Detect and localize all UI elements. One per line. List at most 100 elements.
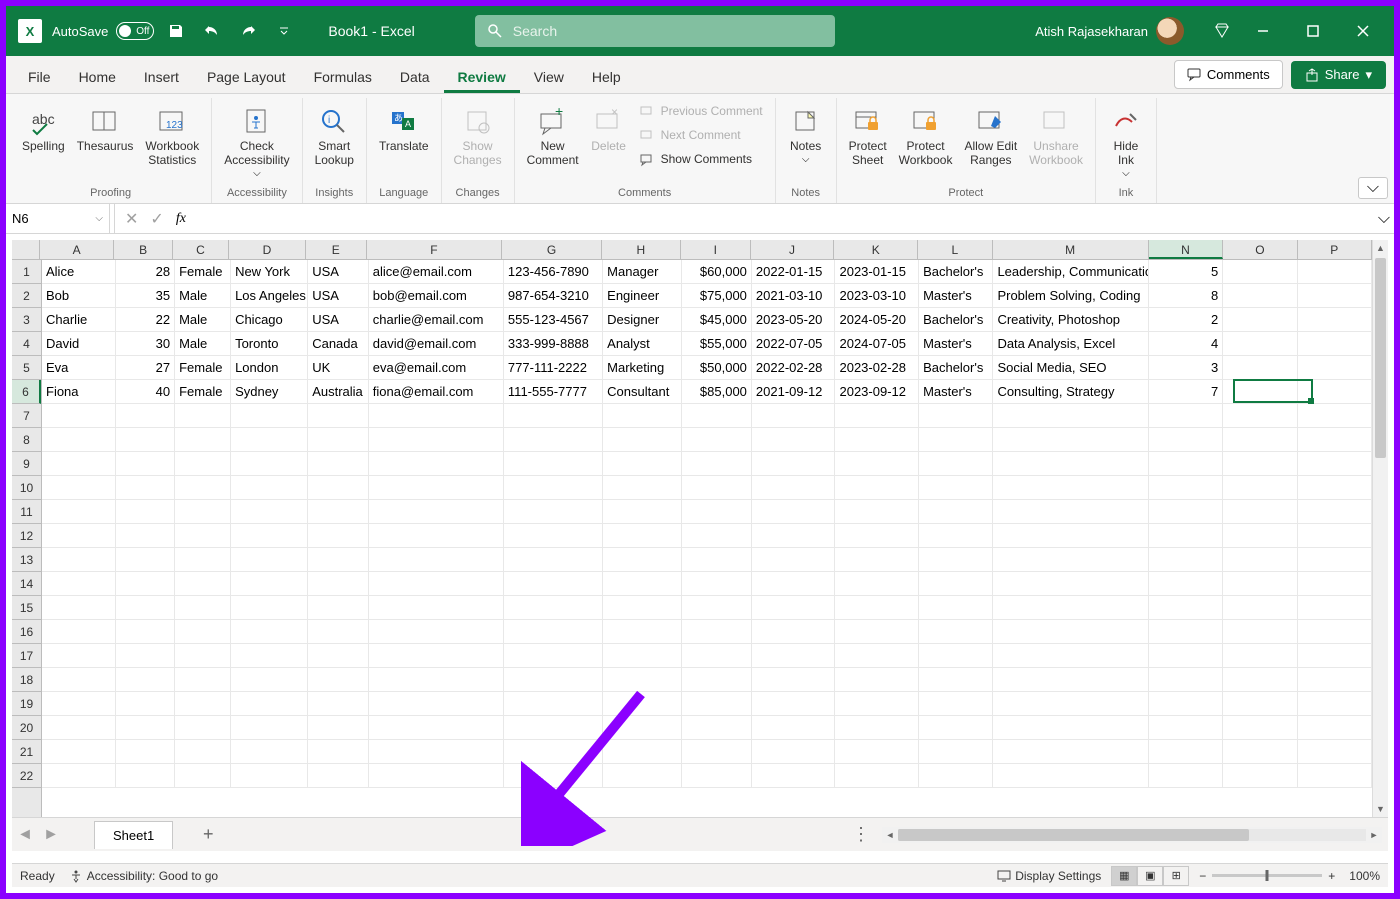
- cell[interactable]: [682, 452, 752, 475]
- cell[interactable]: [308, 692, 369, 715]
- tab-page-layout[interactable]: Page Layout: [193, 61, 300, 93]
- cell[interactable]: 3: [1149, 356, 1223, 379]
- cell[interactable]: [369, 764, 504, 787]
- cell[interactable]: [919, 668, 993, 691]
- cell[interactable]: alice@email.com: [369, 260, 504, 283]
- cell[interactable]: [369, 596, 504, 619]
- cell[interactable]: [1149, 524, 1223, 547]
- cell[interactable]: London: [231, 356, 308, 379]
- cell[interactable]: [919, 764, 993, 787]
- cell[interactable]: [369, 500, 504, 523]
- toggle-switch[interactable]: Off: [116, 22, 154, 40]
- cell[interactable]: [1298, 260, 1372, 283]
- cell[interactable]: [116, 644, 175, 667]
- cell[interactable]: [919, 476, 993, 499]
- view-page-break-button[interactable]: ⊞: [1163, 866, 1189, 886]
- cell[interactable]: 2: [1149, 308, 1223, 331]
- cell[interactable]: [504, 572, 603, 595]
- cell[interactable]: Fiona: [42, 380, 116, 403]
- column-header-M[interactable]: M: [993, 240, 1149, 259]
- cell[interactable]: [682, 476, 752, 499]
- cell[interactable]: 5: [1149, 260, 1223, 283]
- cell[interactable]: [835, 596, 919, 619]
- cell[interactable]: [42, 428, 116, 451]
- cell[interactable]: [116, 524, 175, 547]
- redo-button[interactable]: [234, 17, 262, 45]
- column-header-N[interactable]: N: [1149, 240, 1223, 259]
- cell[interactable]: Master's: [919, 380, 993, 403]
- cell[interactable]: [752, 692, 836, 715]
- cell[interactable]: [308, 428, 369, 451]
- cell[interactable]: [231, 596, 308, 619]
- cell[interactable]: [993, 500, 1148, 523]
- cell[interactable]: [1298, 356, 1372, 379]
- cell[interactable]: 4: [1149, 332, 1223, 355]
- cell[interactable]: [308, 572, 369, 595]
- cell[interactable]: [1298, 428, 1372, 451]
- diamond-icon[interactable]: [1208, 17, 1236, 45]
- cell[interactable]: [231, 764, 308, 787]
- cell[interactable]: [1149, 548, 1223, 571]
- fx-icon[interactable]: fx: [170, 211, 192, 227]
- tab-review[interactable]: Review: [444, 61, 520, 93]
- cell[interactable]: 8: [1149, 284, 1223, 307]
- cell[interactable]: [1298, 284, 1372, 307]
- cell[interactable]: [369, 740, 504, 763]
- cell[interactable]: [175, 620, 231, 643]
- cell[interactable]: [835, 716, 919, 739]
- row-header-11[interactable]: 11: [12, 500, 41, 524]
- cell[interactable]: [1298, 476, 1372, 499]
- cell[interactable]: [175, 692, 231, 715]
- cell[interactable]: [42, 740, 116, 763]
- cell[interactable]: [993, 620, 1148, 643]
- workbook-statistics-button[interactable]: 123Workbook Statistics: [139, 100, 205, 172]
- cell[interactable]: [42, 524, 116, 547]
- cell[interactable]: [504, 548, 603, 571]
- cell[interactable]: [752, 740, 836, 763]
- column-header-P[interactable]: P: [1298, 240, 1372, 259]
- cell[interactable]: [504, 452, 603, 475]
- name-box[interactable]: N6 ⌵: [6, 204, 110, 233]
- cell[interactable]: [1149, 644, 1223, 667]
- comments-button[interactable]: Comments: [1174, 60, 1283, 89]
- cell[interactable]: [603, 572, 682, 595]
- cell[interactable]: Consulting, Strategy: [993, 380, 1148, 403]
- cell[interactable]: [308, 548, 369, 571]
- column-header-D[interactable]: D: [229, 240, 306, 259]
- cell[interactable]: [752, 428, 836, 451]
- column-header-K[interactable]: K: [834, 240, 918, 259]
- cell[interactable]: [603, 476, 682, 499]
- row-header-12[interactable]: 12: [12, 524, 41, 548]
- zoom-control[interactable]: − + 100%: [1199, 869, 1380, 883]
- cell[interactable]: 111-555-7777: [504, 380, 603, 403]
- sheet-tab-active[interactable]: Sheet1: [94, 821, 173, 849]
- cell[interactable]: [369, 644, 504, 667]
- cell[interactable]: Bob: [42, 284, 116, 307]
- cell[interactable]: [175, 452, 231, 475]
- cell[interactable]: [1223, 452, 1297, 475]
- cell[interactable]: 35: [116, 284, 175, 307]
- cell[interactable]: [175, 404, 231, 427]
- row-header-8[interactable]: 8: [12, 428, 41, 452]
- cell[interactable]: [1223, 476, 1297, 499]
- cell[interactable]: [1298, 332, 1372, 355]
- select-all-corner[interactable]: [12, 240, 40, 259]
- row-header-20[interactable]: 20: [12, 716, 41, 740]
- cell[interactable]: [1223, 740, 1297, 763]
- cell[interactable]: [1223, 404, 1297, 427]
- cell[interactable]: Creativity, Photoshop: [993, 308, 1148, 331]
- cell[interactable]: 40: [116, 380, 175, 403]
- row-header-17[interactable]: 17: [12, 644, 41, 668]
- cell[interactable]: Marketing: [603, 356, 682, 379]
- cell[interactable]: [919, 524, 993, 547]
- collapse-ribbon-button[interactable]: ⌵: [1358, 177, 1388, 199]
- cell[interactable]: [308, 668, 369, 691]
- formula-input[interactable]: [192, 204, 1394, 233]
- cell[interactable]: [919, 716, 993, 739]
- cell[interactable]: [231, 620, 308, 643]
- cell[interactable]: [993, 404, 1148, 427]
- cell[interactable]: [919, 596, 993, 619]
- tab-view[interactable]: View: [520, 61, 578, 93]
- cell[interactable]: [835, 692, 919, 715]
- cell[interactable]: [919, 644, 993, 667]
